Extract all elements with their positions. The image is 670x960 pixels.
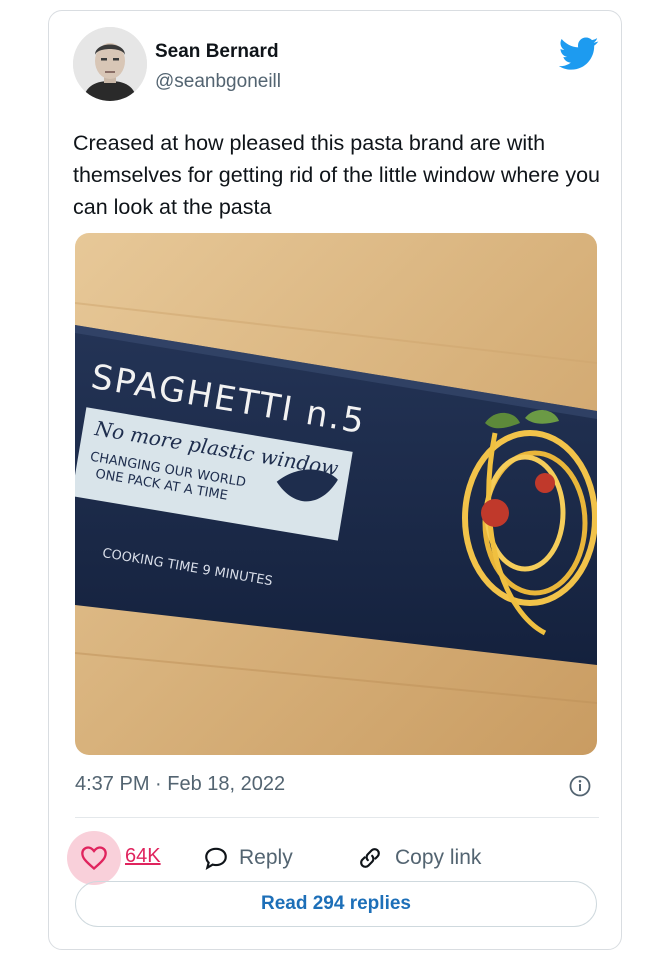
tweet-timestamp[interactable]: 4:37 PM · Feb 18, 2022 <box>75 773 285 796</box>
divider <box>75 817 599 818</box>
read-replies-button[interactable]: Read 294 replies <box>75 881 597 927</box>
pasta-box-image: SPAGHETTI n.5 No more plastic window CHA… <box>75 233 597 755</box>
heart-icon <box>81 846 107 871</box>
avatar[interactable] <box>73 27 147 101</box>
reply-label: Reply <box>239 846 293 869</box>
copy-link-button[interactable]: Copy link <box>357 843 481 873</box>
reply-button[interactable]: Reply <box>203 843 293 873</box>
tweet-text: Creased at how pleased this pasta brand … <box>73 131 601 219</box>
avatar-photo <box>73 27 147 101</box>
speech-bubble-icon <box>205 847 227 870</box>
link-icon <box>360 848 380 868</box>
copy-link-label: Copy link <box>395 846 482 869</box>
like-count[interactable]: 64K <box>125 845 161 868</box>
like-button[interactable] <box>67 831 121 885</box>
author-handle[interactable]: @seanbgoneill <box>155 71 281 93</box>
action-bar: 64K Reply Copy link <box>67 829 607 885</box>
tweet-photo[interactable]: SPAGHETTI n.5 No more plastic window CHA… <box>75 233 597 755</box>
tweet-card: Sean Bernard @seanbgoneill Creased at ho… <box>48 10 622 950</box>
author-name[interactable]: Sean Bernard <box>155 41 279 63</box>
info-icon[interactable] <box>569 775 591 797</box>
twitter-bird-icon[interactable] <box>559 37 599 71</box>
